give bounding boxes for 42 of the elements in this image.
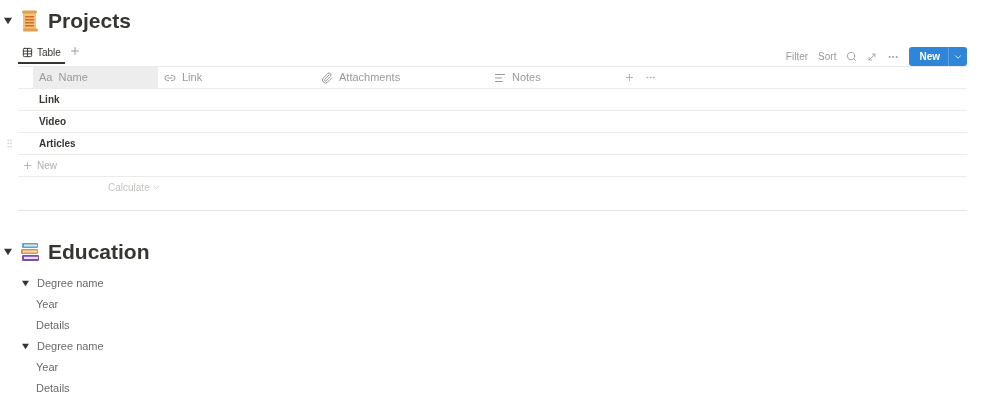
toggle-child-text: Year <box>36 360 59 376</box>
row-name[interactable]: Video <box>39 114 67 129</box>
column-header[interactable]: Notes <box>488 67 620 88</box>
column-header[interactable]: Link <box>158 67 315 88</box>
title-type-icon: Aa <box>39 69 53 86</box>
section-heading: Education <box>48 239 150 266</box>
column-header[interactable]: Attachments <box>315 67 488 88</box>
calculate-button[interactable]: Calculate <box>108 180 161 195</box>
toggle-icon[interactable] <box>22 280 29 287</box>
add-view-icon[interactable] <box>68 45 81 57</box>
sort-button[interactable]: Sort <box>818 49 837 64</box>
plus-icon <box>22 160 33 171</box>
filter-button[interactable]: Filter <box>785 49 809 64</box>
add-column-icon[interactable] <box>624 72 635 83</box>
new-button[interactable]: New <box>909 47 967 66</box>
toggle-child-text: Year <box>36 297 59 313</box>
toggle-label: Degree name <box>37 339 104 355</box>
new-row-button[interactable]: New <box>18 155 967 177</box>
expand-icon[interactable] <box>867 51 878 62</box>
text-lines-icon <box>494 71 506 84</box>
toggle-icon[interactable] <box>4 17 12 25</box>
column-label: Attachments <box>339 70 401 86</box>
caret-icon <box>151 183 161 192</box>
view-tab[interactable]: Table <box>18 42 65 64</box>
paperclip-icon <box>321 71 333 84</box>
table-icon <box>22 46 33 58</box>
scroll-icon <box>20 10 40 32</box>
books-icon <box>20 242 40 262</box>
column-header[interactable]: Aa Name <box>33 67 158 88</box>
toggle-icon[interactable] <box>4 248 12 256</box>
column-label: Name <box>58 70 88 86</box>
drag-handle-icon[interactable] <box>4 138 15 149</box>
section-heading: Projects <box>48 8 131 35</box>
row-name[interactable]: Articles <box>39 136 76 151</box>
row-name[interactable]: Link <box>39 92 60 107</box>
search-icon[interactable] <box>846 51 858 62</box>
toggle-child-text: Details <box>36 381 70 397</box>
column-label: Notes <box>512 70 541 86</box>
column-label: Link <box>182 70 203 86</box>
toggle-label: Degree name <box>37 276 104 292</box>
toggle-child-text: Details <box>36 318 70 334</box>
toggle-icon[interactable] <box>22 343 29 350</box>
